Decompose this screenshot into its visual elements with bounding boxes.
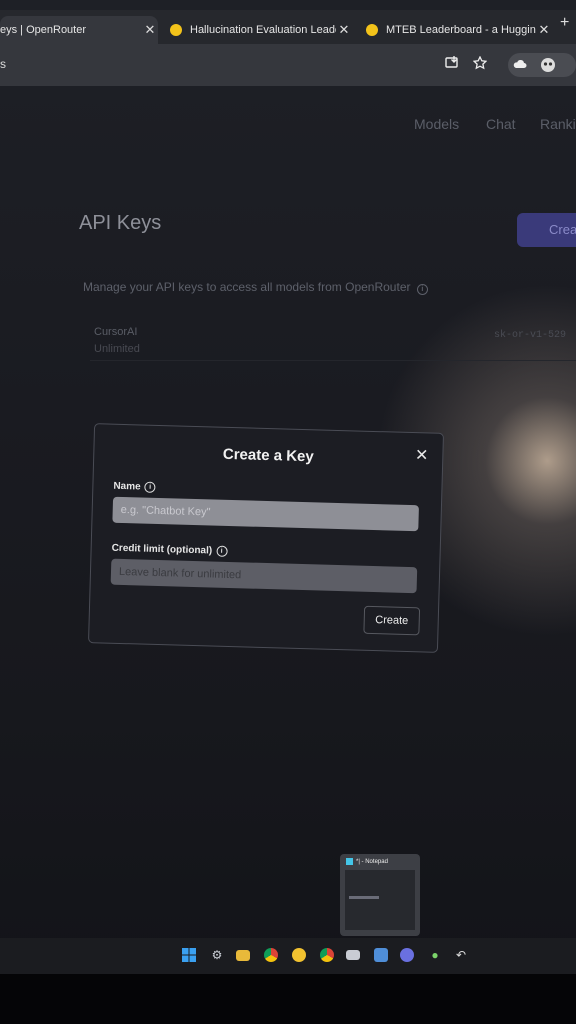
notepad-title-text: *| - Notepad [356,858,388,865]
tab-hallucination[interactable]: Hallucination Evaluation Leade ✕ [164,16,352,44]
tab-openrouter[interactable]: eys | OpenRouter ✕ [0,16,158,44]
nav-chat[interactable]: Chat [486,116,516,132]
credit-limit-input[interactable] [110,558,418,594]
url-text[interactable]: s [0,57,6,71]
huggingface-favicon-icon [170,24,182,36]
app-icon[interactable] [292,948,306,962]
page-description: Manage your API keys to access all model… [83,280,428,295]
huggingface-favicon-icon [366,24,378,36]
star-icon[interactable] [472,55,488,72]
key-name: CursorAI [94,326,138,338]
description-text: Manage your API keys to access all model… [83,280,411,294]
key-value: sk-or-v1-529 [494,330,567,341]
app-icon[interactable] [374,948,388,962]
tab-mteb[interactable]: MTEB Leaderboard - a Hugging ✕ [360,16,552,44]
tab-title: Hallucination Evaluation Leade [190,24,336,36]
discord-icon[interactable] [400,948,414,962]
create-key-button[interactable]: Crea [517,213,576,247]
key-limit: Unlimited [94,343,140,355]
name-label-text: Name [113,480,141,493]
notepad-preview-title: *| - Notepad [346,858,388,865]
nav-models[interactable]: Models [414,116,459,132]
info-icon: i [144,481,156,493]
credit-limit-label: Credit limit (optional) i [112,543,228,557]
address-bar: s [0,44,576,86]
credit-limit-label-text: Credit limit (optional) [111,542,213,557]
notepad-preview[interactable]: *| - Notepad [340,854,420,936]
close-tab-icon[interactable]: ✕ [336,22,352,38]
cloud-icon[interactable] [512,57,528,73]
close-icon[interactable]: ✕ [415,445,429,465]
page-title: API Keys [79,212,162,234]
tab-title: eys | OpenRouter [0,24,87,36]
app-icon[interactable]: ↶ [454,948,468,962]
mail-icon[interactable] [346,950,360,960]
close-tab-icon[interactable]: ✕ [536,22,552,38]
chrome-icon[interactable] [320,948,334,962]
notepad-preview-text [349,896,379,899]
create-button[interactable]: Create [363,605,421,636]
name-label: Name i [113,481,156,493]
extensions-area [508,53,576,77]
tab-bar: eys | OpenRouter ✕ Hallucination Evaluat… [0,10,576,44]
install-app-icon[interactable] [444,56,460,72]
taskbar: ⚙ ● ↶ [0,938,576,974]
chrome-icon[interactable] [264,948,278,962]
android-icon[interactable]: ● [428,948,442,962]
row-divider [90,360,576,361]
notepad-preview-body [345,870,415,930]
windows-icon[interactable] [182,948,196,962]
screen: eys | OpenRouter ✕ Hallucination Evaluat… [0,0,576,1024]
create-key-modal: Create a Key ✕ Name i Credit limit (opti… [87,423,445,653]
file-explorer-icon[interactable] [236,950,250,961]
nav-rankings[interactable]: Ranki [540,116,576,132]
profile-icon[interactable] [540,57,556,73]
settings-icon[interactable]: ⚙ [210,948,224,962]
notepad-icon [346,858,353,865]
new-tab-button[interactable]: + [560,14,569,32]
tab-title: MTEB Leaderboard - a Hugging [386,24,536,36]
close-tab-icon[interactable]: ✕ [142,22,158,38]
name-input[interactable] [112,496,419,532]
info-icon: i [216,545,228,557]
modal-title: Create a Key [222,445,314,466]
info-icon: i [416,284,428,295]
monitor-bezel [0,974,576,1024]
